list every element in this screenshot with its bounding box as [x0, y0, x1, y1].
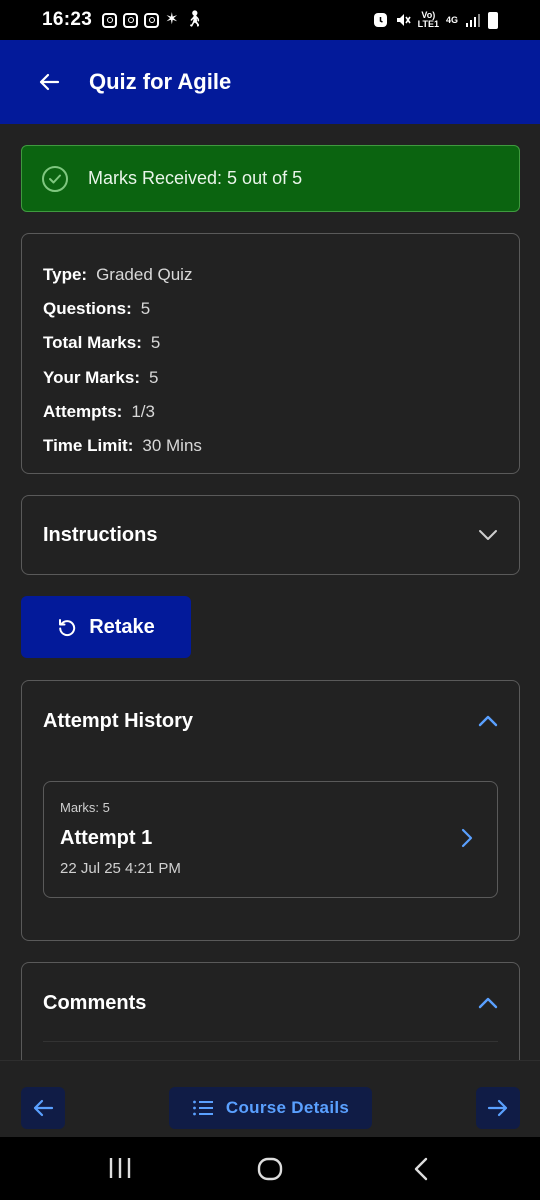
info-row-type: Type: Graded Quiz: [43, 258, 498, 292]
alarm-icon: [373, 13, 387, 27]
info-row-attempts: Attempts: 1/3: [43, 395, 498, 429]
info-label: Total Marks:: [43, 333, 142, 353]
chevron-down-icon: [479, 530, 497, 540]
chevron-up-icon: [478, 715, 498, 727]
info-row-total-marks: Total Marks: 5: [43, 326, 498, 360]
battery-icon: [488, 11, 498, 29]
info-label: Type:: [43, 265, 88, 285]
info-label: Attempts:: [43, 401, 123, 421]
info-value: 5: [140, 299, 151, 319]
walking-icon: 🚶︎: [184, 11, 205, 28]
back-nav-icon[interactable]: [413, 1157, 429, 1181]
attempt-history-toggle[interactable]: Attempt History: [22, 681, 519, 761]
arrow-left-icon: [39, 73, 60, 91]
info-value: Graded Quiz: [96, 265, 193, 285]
instructions-title: Instructions: [43, 523, 158, 546]
attempt-history-card: Attempt History Marks: 5 Attempt 1 22 Ju…: [21, 680, 520, 941]
course-details-label: Course Details: [225, 1098, 350, 1117]
page-title: Quiz for Agile: [89, 69, 232, 94]
instagram-icon: [144, 12, 160, 28]
instagram-icon: [123, 12, 139, 28]
attempt-history-title: Attempt History: [43, 709, 194, 732]
retake-label: Retake: [89, 615, 155, 638]
info-value: 1/3: [131, 401, 155, 421]
previous-button[interactable]: [21, 1087, 65, 1129]
comments-toggle[interactable]: Comments: [22, 963, 519, 1043]
arrow-right-icon: [487, 1099, 508, 1117]
mute-icon: [396, 14, 411, 26]
info-value: 5: [150, 333, 161, 353]
comments-title: Comments: [43, 991, 147, 1014]
divider: [43, 1041, 498, 1042]
arrow-left-icon: [33, 1099, 54, 1117]
check-circle-icon: [42, 165, 68, 192]
info-value: 30 Mins: [142, 436, 202, 456]
attempt-date: 22 Jul 25 4:21 PM: [60, 860, 181, 877]
refresh-icon: [59, 619, 76, 637]
attempt-marks: Marks: 5: [60, 800, 110, 815]
info-row-your-marks: Your Marks: 5: [43, 361, 498, 395]
next-button[interactable]: [476, 1087, 520, 1129]
list-icon: [192, 1100, 213, 1116]
home-icon[interactable]: [257, 1157, 283, 1181]
info-value: 5: [149, 367, 159, 387]
signal-icon: [466, 14, 480, 27]
system-nav-bar: [0, 1137, 540, 1200]
app-bar: Quiz for Agile: [0, 40, 540, 124]
chevron-up-icon: [478, 997, 498, 1009]
info-label: Time Limit:: [43, 436, 134, 456]
back-button[interactable]: [36, 69, 62, 95]
marks-received-text: Marks Received: 5 out of 5: [88, 168, 303, 188]
marks-received-banner: Marks Received: 5 out of 5: [21, 145, 520, 212]
info-row-time-limit: Time Limit: 30 Mins: [43, 429, 498, 463]
status-bar: 16:23 ✶ 🚶︎ Vo) LTE1 4G: [0, 0, 540, 40]
retake-button[interactable]: Retake: [21, 596, 191, 658]
bottom-nav-bar: Course Details: [0, 1060, 540, 1137]
info-row-questions: Questions: 5: [43, 292, 498, 326]
asterisk-icon: ✶: [165, 11, 179, 28]
attempt-item[interactable]: Marks: 5 Attempt 1 22 Jul 25 4:21 PM: [43, 781, 498, 898]
network-bottom-label: LTE1: [417, 19, 439, 29]
quiz-info-card: Type: Graded Quiz Questions: 5 Total Mar…: [21, 233, 520, 474]
instructions-toggle[interactable]: Instructions: [21, 495, 520, 575]
network-indicator: Vo) LTE1: [418, 11, 439, 29]
attempt-name: Attempt 1: [60, 827, 153, 849]
chevron-right-icon: [461, 828, 473, 848]
course-details-button[interactable]: Course Details: [169, 1087, 372, 1129]
info-label: Your Marks:: [43, 367, 140, 387]
network-type-label: 4G: [445, 14, 458, 25]
status-time: 16:23: [42, 9, 93, 30]
instagram-icon: [102, 12, 118, 28]
recent-apps-icon[interactable]: [108, 1157, 132, 1179]
info-label: Questions:: [43, 299, 132, 319]
